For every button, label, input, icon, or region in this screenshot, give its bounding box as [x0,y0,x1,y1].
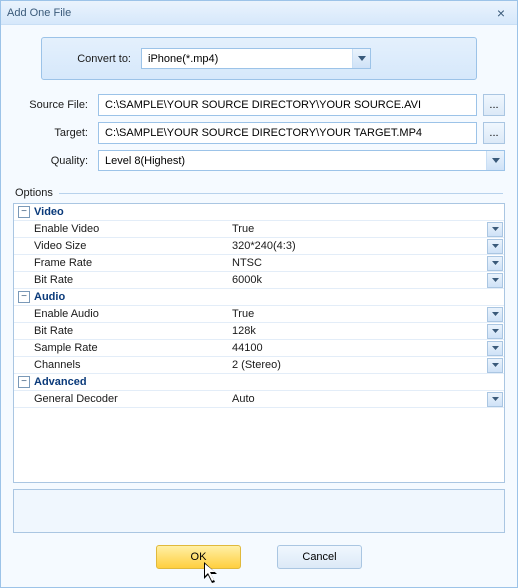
ok-button-label: OK [191,551,207,563]
divider [59,193,503,194]
category-label: Advanced [34,376,87,388]
target-input[interactable] [98,122,477,144]
prop-row[interactable]: Video Size 320*240(4:3) [14,238,504,255]
prop-name: Frame Rate [14,257,232,269]
prop-row[interactable]: Enable Audio True [14,306,504,323]
collapse-icon[interactable]: − [18,206,30,218]
prop-name: Channels [14,359,232,371]
prop-value: NTSC [232,257,487,269]
prop-value: 2 (Stereo) [232,359,487,371]
prop-row[interactable]: Sample Rate 44100 [14,340,504,357]
chevron-down-icon[interactable] [487,222,503,237]
quality-row: Quality: Level 8(Highest) [13,150,505,171]
ok-button[interactable]: OK [156,545,241,569]
collapse-icon[interactable]: − [18,291,30,303]
chevron-down-icon [486,151,504,170]
prop-name: Enable Video [14,223,232,235]
window-title: Add One File [7,7,71,19]
target-label: Target: [13,127,98,139]
options-header: Options [15,187,503,199]
collapse-icon[interactable]: − [18,376,30,388]
category-audio[interactable]: − Audio [14,289,504,306]
category-video[interactable]: − Video [14,204,504,221]
prop-name: Bit Rate [14,325,232,337]
chevron-down-icon[interactable] [487,307,503,322]
prop-value: 6000k [232,274,487,286]
button-row: OK Cancel [13,533,505,581]
prop-value: 128k [232,325,487,337]
cancel-button[interactable]: Cancel [277,545,362,569]
prop-row[interactable]: Frame Rate NTSC [14,255,504,272]
dialog-window: Add One File × Convert to: iPhone(*.mp4)… [0,0,518,588]
chevron-down-icon [352,49,370,68]
convert-select[interactable]: iPhone(*.mp4) [141,48,371,69]
prop-value: True [232,308,487,320]
prop-value: 44100 [232,342,487,354]
close-icon[interactable]: × [491,5,511,21]
cancel-button-label: Cancel [302,551,336,563]
source-label: Source File: [13,99,98,111]
prop-name: Video Size [14,240,232,252]
content-area: Convert to: iPhone(*.mp4) Source File: .… [1,25,517,587]
prop-name: General Decoder [14,393,232,405]
prop-row[interactable]: General Decoder Auto [14,391,504,408]
source-input[interactable] [98,94,477,116]
source-browse-button[interactable]: ... [483,94,505,116]
description-panel [13,489,505,533]
category-label: Video [34,206,64,218]
quality-select[interactable]: Level 8(Highest) [98,150,505,171]
category-label: Audio [34,291,65,303]
source-row: Source File: ... [13,94,505,116]
prop-name: Bit Rate [14,274,232,286]
prop-value: Auto [232,393,487,405]
prop-value: True [232,223,487,235]
quality-label: Quality: [13,155,98,167]
options-label: Options [15,187,53,199]
chevron-down-icon[interactable] [487,256,503,271]
convert-panel: Convert to: iPhone(*.mp4) [41,37,477,80]
prop-row[interactable]: Bit Rate 6000k [14,272,504,289]
chevron-down-icon[interactable] [487,273,503,288]
property-grid: − Video Enable Video True Video Size 320… [13,203,505,483]
target-browse-button[interactable]: ... [483,122,505,144]
chevron-down-icon[interactable] [487,239,503,254]
prop-name: Sample Rate [14,342,232,354]
chevron-down-icon[interactable] [487,341,503,356]
prop-row[interactable]: Channels 2 (Stereo) [14,357,504,374]
chevron-down-icon[interactable] [487,358,503,373]
quality-select-value: Level 8(Highest) [105,155,185,167]
chevron-down-icon[interactable] [487,392,503,407]
prop-value: 320*240(4:3) [232,240,487,252]
convert-label: Convert to: [56,53,141,65]
chevron-down-icon[interactable] [487,324,503,339]
prop-name: Enable Audio [14,308,232,320]
prop-row[interactable]: Enable Video True [14,221,504,238]
prop-row[interactable]: Bit Rate 128k [14,323,504,340]
titlebar: Add One File × [1,1,517,25]
target-row: Target: ... [13,122,505,144]
category-advanced[interactable]: − Advanced [14,374,504,391]
convert-select-value: iPhone(*.mp4) [148,53,218,65]
